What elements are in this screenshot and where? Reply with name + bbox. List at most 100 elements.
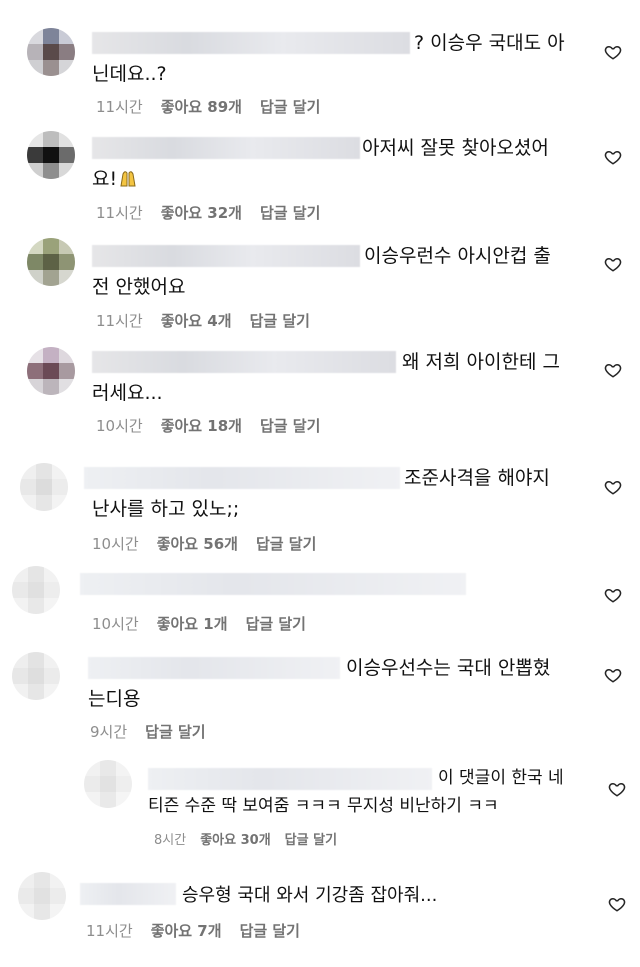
avatar-pixel bbox=[43, 254, 59, 270]
comment-meta: 11시간 좋아요 4개 답글 달기 bbox=[96, 310, 310, 331]
avatar-pixel bbox=[36, 463, 52, 479]
likes-count[interactable]: 좋아요 32개 bbox=[161, 202, 242, 223]
avatar-pixel bbox=[27, 131, 43, 147]
avatar-pixel bbox=[59, 147, 75, 163]
avatar-pixel bbox=[59, 44, 75, 60]
avatar-pixel bbox=[59, 347, 75, 363]
avatar[interactable] bbox=[18, 872, 66, 920]
heart-icon[interactable] bbox=[604, 361, 622, 379]
avatar-pixel bbox=[59, 254, 75, 270]
reply-button[interactable]: 답글 달기 bbox=[246, 613, 306, 634]
avatar-pixel bbox=[50, 872, 66, 888]
avatar[interactable] bbox=[20, 463, 68, 511]
avatar[interactable] bbox=[27, 347, 75, 395]
comment-meta: 10시간 좋아요 18개 답글 달기 bbox=[96, 415, 320, 436]
avatar[interactable] bbox=[12, 566, 60, 614]
reply-button[interactable]: 답글 달기 bbox=[256, 533, 316, 554]
reply-button[interactable]: 답글 달기 bbox=[145, 721, 205, 742]
avatar-pixel bbox=[84, 760, 100, 776]
timestamp: 11시간 bbox=[96, 312, 143, 330]
avatar-pixel bbox=[59, 163, 75, 179]
heart-icon[interactable] bbox=[604, 148, 622, 166]
avatar-pixel bbox=[18, 872, 34, 888]
avatar-pixel bbox=[43, 60, 59, 76]
username-blurred[interactable] bbox=[92, 245, 360, 267]
avatar-pixel bbox=[36, 495, 52, 511]
username-blurred[interactable] bbox=[92, 137, 360, 159]
heart-icon[interactable] bbox=[608, 895, 626, 913]
heart-icon[interactable] bbox=[604, 43, 622, 61]
avatar-pixel bbox=[59, 28, 75, 44]
comment-text: 이 댓글이 한국 네 bbox=[438, 768, 564, 788]
avatar-pixel bbox=[43, 163, 59, 179]
avatar[interactable] bbox=[84, 760, 132, 808]
comment-text: 왜 저희 아이한테 그 bbox=[402, 351, 560, 373]
avatar-pixel bbox=[28, 652, 44, 668]
reply-button[interactable]: 답글 달기 bbox=[260, 202, 320, 223]
heart-icon[interactable] bbox=[604, 586, 622, 604]
username-blurred[interactable] bbox=[148, 768, 432, 790]
likes-count[interactable]: 좋아요 18개 bbox=[161, 415, 242, 436]
likes-count[interactable]: 좋아요 56개 bbox=[157, 533, 238, 554]
heart-icon[interactable] bbox=[604, 478, 622, 496]
likes-count[interactable]: 좋아요 30개 bbox=[200, 829, 270, 848]
heart-icon[interactable] bbox=[604, 666, 622, 684]
avatar-pixel bbox=[50, 904, 66, 920]
likes-count[interactable]: 좋아요 1개 bbox=[157, 613, 228, 634]
comment-text: ? 이승우 국대도 아 bbox=[414, 32, 565, 54]
avatar-pixel bbox=[27, 254, 43, 270]
avatar-pixel bbox=[43, 363, 59, 379]
avatar-pixel bbox=[12, 684, 28, 700]
avatar[interactable] bbox=[27, 131, 75, 179]
reply-button[interactable]: 답글 달기 bbox=[250, 310, 310, 331]
avatar-pixel bbox=[52, 495, 68, 511]
likes-count[interactable]: 좋아요 4개 bbox=[161, 310, 232, 331]
avatar-pixel bbox=[44, 684, 60, 700]
avatar-pixel bbox=[44, 582, 60, 598]
avatar[interactable] bbox=[27, 238, 75, 286]
heart-icon[interactable] bbox=[604, 255, 622, 273]
timestamp: 11시간 bbox=[86, 922, 133, 940]
avatar-pixel bbox=[27, 163, 43, 179]
avatar-pixel bbox=[28, 566, 44, 582]
comment-text: 전 안했어요 bbox=[92, 276, 186, 298]
heart-icon[interactable] bbox=[608, 780, 626, 798]
avatar-pixel bbox=[12, 668, 28, 684]
comment-meta: 11시간 좋아요 7개 답글 달기 bbox=[86, 920, 300, 941]
likes-count[interactable]: 좋아요 7개 bbox=[151, 920, 222, 941]
username-blurred[interactable] bbox=[80, 573, 466, 595]
comment-meta: 10시간 좋아요 56개 답글 달기 bbox=[92, 533, 316, 554]
avatar[interactable] bbox=[27, 28, 75, 76]
timestamp: 8시간 bbox=[154, 833, 187, 848]
comment-text: 아저씨 잘못 찾아오셨어 bbox=[362, 137, 549, 159]
avatar-pixel bbox=[100, 760, 116, 776]
avatar-pixel bbox=[100, 792, 116, 808]
comment-text: 요! bbox=[92, 164, 139, 195]
avatar-pixel bbox=[52, 463, 68, 479]
reply-button[interactable]: 답글 달기 bbox=[285, 829, 337, 848]
avatar-pixel bbox=[34, 904, 50, 920]
avatar-pixel bbox=[59, 238, 75, 254]
reply-button[interactable]: 답글 달기 bbox=[260, 415, 320, 436]
reply-button[interactable]: 답글 달기 bbox=[260, 96, 320, 117]
comment-text: 조준사격을 해야지 bbox=[404, 467, 550, 489]
username-blurred[interactable] bbox=[92, 351, 396, 373]
avatar-pixel bbox=[43, 147, 59, 163]
username-blurred[interactable] bbox=[92, 32, 410, 54]
avatar-pixel bbox=[84, 776, 100, 792]
avatar-pixel bbox=[44, 668, 60, 684]
avatar-pixel bbox=[12, 598, 28, 614]
avatar-pixel bbox=[43, 131, 59, 147]
reply-button[interactable]: 답글 달기 bbox=[240, 920, 300, 941]
likes-count[interactable]: 좋아요 89개 bbox=[161, 96, 242, 117]
username-blurred[interactable] bbox=[84, 467, 400, 489]
avatar-pixel bbox=[43, 238, 59, 254]
avatar[interactable] bbox=[12, 652, 60, 700]
username-blurred[interactable] bbox=[88, 657, 340, 679]
avatar-pixel bbox=[43, 270, 59, 286]
timestamp: 11시간 bbox=[96, 98, 143, 116]
avatar-pixel bbox=[28, 598, 44, 614]
username-blurred[interactable] bbox=[80, 883, 176, 905]
comment-meta: 9시간 답글 달기 bbox=[90, 721, 206, 742]
comment-text: 티즌 수준 딱 보여줌 ㅋㅋㅋ 무지성 비난하기 ㅋㅋ bbox=[148, 796, 499, 816]
